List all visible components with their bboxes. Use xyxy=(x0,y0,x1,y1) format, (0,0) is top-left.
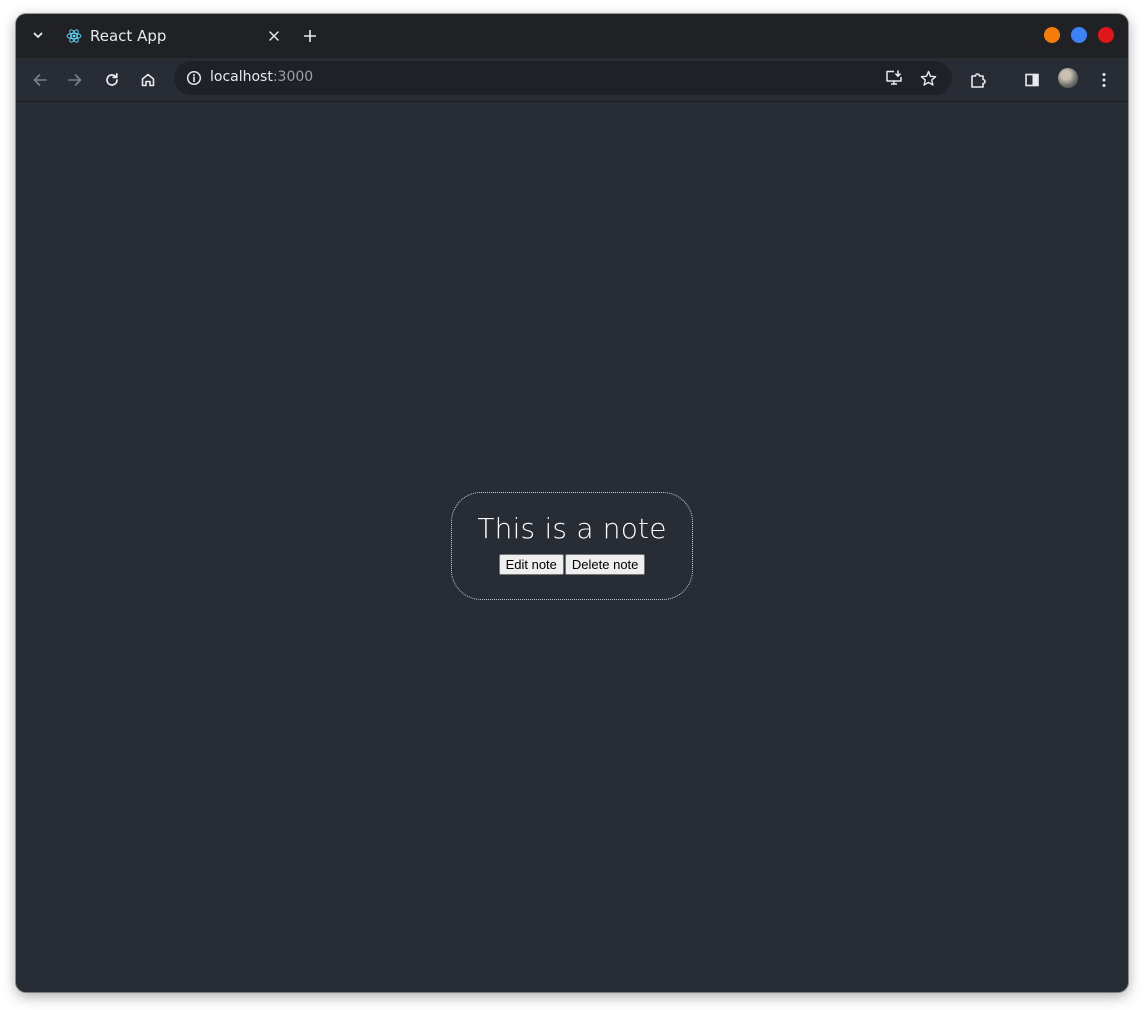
tab-search-button[interactable] xyxy=(26,23,50,47)
plus-icon xyxy=(304,30,316,42)
site-info-button[interactable] xyxy=(182,66,206,90)
delete-note-button[interactable]: Delete note xyxy=(564,554,646,575)
extensions-button[interactable] xyxy=(964,66,992,94)
tab-react-app[interactable]: React App xyxy=(56,20,290,58)
back-button[interactable] xyxy=(26,66,54,94)
edit-note-button[interactable]: Edit note xyxy=(498,554,564,575)
info-icon xyxy=(186,70,202,86)
note-text: This is a note xyxy=(477,512,667,545)
home-icon xyxy=(141,73,155,87)
profile-avatar[interactable] xyxy=(1058,68,1078,88)
close-window-button[interactable] xyxy=(1098,27,1114,43)
react-icon xyxy=(66,29,82,43)
chevron-down-icon xyxy=(33,32,43,38)
url-text: localhost:3000 xyxy=(210,69,313,85)
reload-button[interactable] xyxy=(98,66,126,94)
bookmark-button[interactable] xyxy=(916,66,940,90)
url-host: localhost xyxy=(210,69,273,85)
tab-strip: React App xyxy=(16,14,1128,58)
install-app-button[interactable] xyxy=(882,66,906,90)
maximize-button[interactable] xyxy=(1071,27,1087,43)
puzzle-icon xyxy=(971,73,986,88)
note-card: This is a note Edit note Delete note xyxy=(451,492,693,600)
page-viewport: This is a note Edit note Delete note xyxy=(16,102,1128,992)
tab-title: React App xyxy=(90,27,167,45)
home-button[interactable] xyxy=(134,66,162,94)
kebab-menu-icon xyxy=(1102,73,1106,87)
browser-window: React App localhost:3000 This is a note … xyxy=(16,14,1128,992)
browser-menu-button[interactable] xyxy=(1090,66,1118,94)
install-app-icon xyxy=(886,70,902,85)
star-icon xyxy=(920,70,936,86)
side-panel-button[interactable] xyxy=(1018,66,1046,94)
arrow-right-icon xyxy=(68,74,82,86)
minimize-button[interactable] xyxy=(1044,27,1060,43)
address-bar[interactable]: localhost:3000 xyxy=(174,61,952,95)
url-port: :3000 xyxy=(272,69,314,85)
arrow-left-icon xyxy=(33,74,47,86)
side-panel-icon xyxy=(1025,73,1039,87)
new-tab-button[interactable] xyxy=(298,24,322,48)
reload-icon xyxy=(106,72,118,86)
tab-close-button[interactable] xyxy=(264,26,284,46)
browser-toolbar: localhost:3000 xyxy=(16,58,1128,102)
close-icon xyxy=(269,31,279,41)
forward-button[interactable] xyxy=(61,66,89,94)
note-actions: Edit note Delete note xyxy=(452,554,692,575)
